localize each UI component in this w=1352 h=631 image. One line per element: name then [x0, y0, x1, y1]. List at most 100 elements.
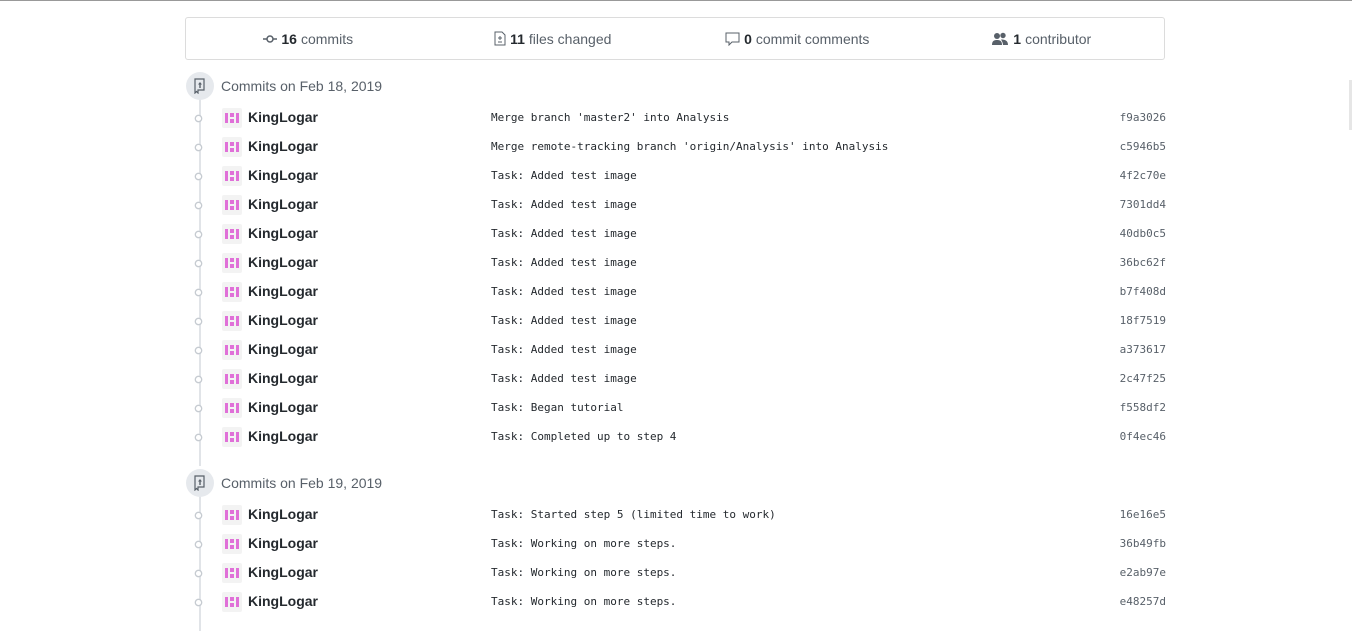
commit-author-link[interactable]: KingLogar: [248, 196, 318, 212]
commit-sha-link[interactable]: 0f4ec46: [1120, 430, 1166, 443]
commit-dot-icon: [194, 317, 203, 326]
commit-row: KingLogar Task: Added test image 40db0c5: [186, 220, 1166, 249]
commit-author-link[interactable]: KingLogar: [248, 535, 318, 551]
commit-author-link[interactable]: KingLogar: [248, 312, 318, 328]
avatar[interactable]: [222, 592, 242, 612]
commit-sha-link[interactable]: c5946b5: [1120, 140, 1166, 153]
commit-author-link[interactable]: KingLogar: [248, 167, 318, 183]
commit-row: KingLogar Task: Added test image 4f2c70e: [186, 162, 1166, 191]
commit-author-link[interactable]: KingLogar: [248, 138, 318, 154]
commit-group-title: Commits on Feb 18, 2019: [221, 78, 383, 94]
commit-author-link[interactable]: KingLogar: [248, 593, 318, 609]
contributors-count: 1: [1013, 30, 1022, 47]
commit-row: KingLogar Task: Added test image b7f408d: [186, 278, 1166, 307]
commit-message-link[interactable]: Task: Working on more steps.: [491, 566, 676, 579]
commit-author-link[interactable]: KingLogar: [248, 225, 318, 241]
commit-row: KingLogar Task: Added test image 2c47f25: [186, 365, 1166, 394]
commit-sha-link[interactable]: e48257d: [1120, 595, 1166, 608]
contributors-stat[interactable]: 1 contributor: [920, 31, 1165, 47]
commit-message-link[interactable]: Task: Added test image: [491, 256, 637, 269]
commit-author-link[interactable]: KingLogar: [248, 564, 318, 580]
commit-message-link[interactable]: Task: Working on more steps.: [491, 595, 676, 608]
commit-message-link[interactable]: Task: Added test image: [491, 314, 637, 327]
avatar[interactable]: [222, 166, 242, 186]
commit-row: KingLogar Task: Added test image a373617: [186, 336, 1166, 365]
avatar[interactable]: [222, 253, 242, 273]
commit-row: KingLogar Task: Began tutorial f558df2: [186, 394, 1166, 423]
commit-row: KingLogar Task: Working on more steps. 36b…: [186, 530, 1166, 559]
scrollbar[interactable]: [1348, 2, 1352, 627]
avatar[interactable]: [222, 340, 242, 360]
commit-dot-icon: [194, 404, 203, 413]
files-count: 11: [510, 30, 525, 47]
avatar[interactable]: [222, 108, 242, 128]
commit-message-link[interactable]: Task: Added test image: [491, 227, 637, 240]
avatar[interactable]: [222, 427, 242, 447]
commit-sha-link[interactable]: e2ab97e: [1120, 566, 1166, 579]
commit-author-link[interactable]: KingLogar: [248, 109, 318, 125]
commit-message-link[interactable]: Task: Added test image: [491, 169, 637, 182]
files-stat[interactable]: 11 files changed: [431, 31, 676, 47]
commit-dot-icon: [194, 230, 203, 239]
avatar[interactable]: [222, 398, 242, 418]
commit-sha-link[interactable]: f558df2: [1120, 401, 1166, 414]
commit-message-link[interactable]: Merge remote-tracking branch 'origin/Ana…: [491, 140, 888, 153]
avatar[interactable]: [222, 563, 242, 583]
commit-dot-icon: [194, 511, 203, 520]
commit-sha-link[interactable]: 16e16e5: [1120, 508, 1166, 521]
commit-sha-link[interactable]: 4f2c70e: [1120, 169, 1166, 182]
commit-author-link[interactable]: KingLogar: [248, 428, 318, 444]
files-label: files changed: [528, 30, 612, 47]
commit-row: KingLogar Task: Working on more steps. e48…: [186, 588, 1166, 617]
commit-group-header: Commits on Feb 19, 2019: [186, 469, 382, 497]
commit-row: KingLogar Task: Started step 5 (limited t…: [186, 501, 1166, 530]
commit-dot-icon: [194, 143, 203, 152]
contributors-label: contributor: [1025, 30, 1092, 47]
avatar[interactable]: [222, 282, 242, 302]
commit-sha-link[interactable]: 36b49fb: [1120, 537, 1166, 550]
commit-author-link[interactable]: KingLogar: [248, 341, 318, 357]
commit-sha-link[interactable]: 36bc62f: [1120, 256, 1166, 269]
commit-message-link[interactable]: Task: Started step 5 (limited time to wo…: [491, 508, 776, 521]
avatar[interactable]: [222, 195, 242, 215]
commits-stat[interactable]: 16 commits: [186, 31, 431, 47]
commit-dot-icon: [194, 598, 203, 607]
people-icon: [992, 32, 1009, 45]
commit-message-link[interactable]: Task: Added test image: [491, 343, 637, 356]
commit-sha-link[interactable]: 18f7519: [1120, 314, 1166, 327]
file-diff-icon: [494, 31, 506, 46]
commit-sha-link[interactable]: 7301dd4: [1120, 198, 1166, 211]
commit-message-link[interactable]: Task: Added test image: [491, 198, 637, 211]
avatar[interactable]: [222, 311, 242, 331]
commit-group-header: Commits on Feb 18, 2019: [186, 72, 382, 100]
commit-sha-link[interactable]: b7f408d: [1120, 285, 1166, 298]
commit-sha-link[interactable]: 2c47f25: [1120, 372, 1166, 385]
avatar[interactable]: [222, 224, 242, 244]
repo-push-icon: [186, 469, 214, 497]
commit-dot-icon: [194, 346, 203, 355]
commit-sha-link[interactable]: 40db0c5: [1120, 227, 1166, 240]
commit-author-link[interactable]: KingLogar: [248, 254, 318, 270]
commit-author-link[interactable]: KingLogar: [248, 370, 318, 386]
commit-message-link[interactable]: Merge branch 'master2' into Analysis: [491, 111, 729, 124]
commit-author-link[interactable]: KingLogar: [248, 283, 318, 299]
commit-dot-icon: [194, 569, 203, 578]
comment-icon: [725, 32, 740, 46]
commit-dot-icon: [194, 375, 203, 384]
avatar[interactable]: [222, 505, 242, 525]
commit-sha-link[interactable]: a373617: [1120, 343, 1166, 356]
commit-message-link[interactable]: Task: Began tutorial: [491, 401, 623, 414]
avatar[interactable]: [222, 137, 242, 157]
commit-message-link[interactable]: Task: Added test image: [491, 285, 637, 298]
comments-stat[interactable]: 0 commit comments: [675, 31, 920, 47]
commit-author-link[interactable]: KingLogar: [248, 506, 318, 522]
avatar[interactable]: [222, 534, 242, 554]
commit-row: KingLogar Merge branch 'master2' into Ana…: [186, 104, 1166, 133]
commit-message-link[interactable]: Task: Added test image: [491, 372, 637, 385]
commit-message-link[interactable]: Task: Working on more steps.: [491, 537, 676, 550]
commit-message-link[interactable]: Task: Completed up to step 4: [491, 430, 676, 443]
commit-author-link[interactable]: KingLogar: [248, 399, 318, 415]
avatar[interactable]: [222, 369, 242, 389]
commit-sha-link[interactable]: f9a3026: [1120, 111, 1166, 124]
commit-dot-icon: [194, 172, 203, 181]
